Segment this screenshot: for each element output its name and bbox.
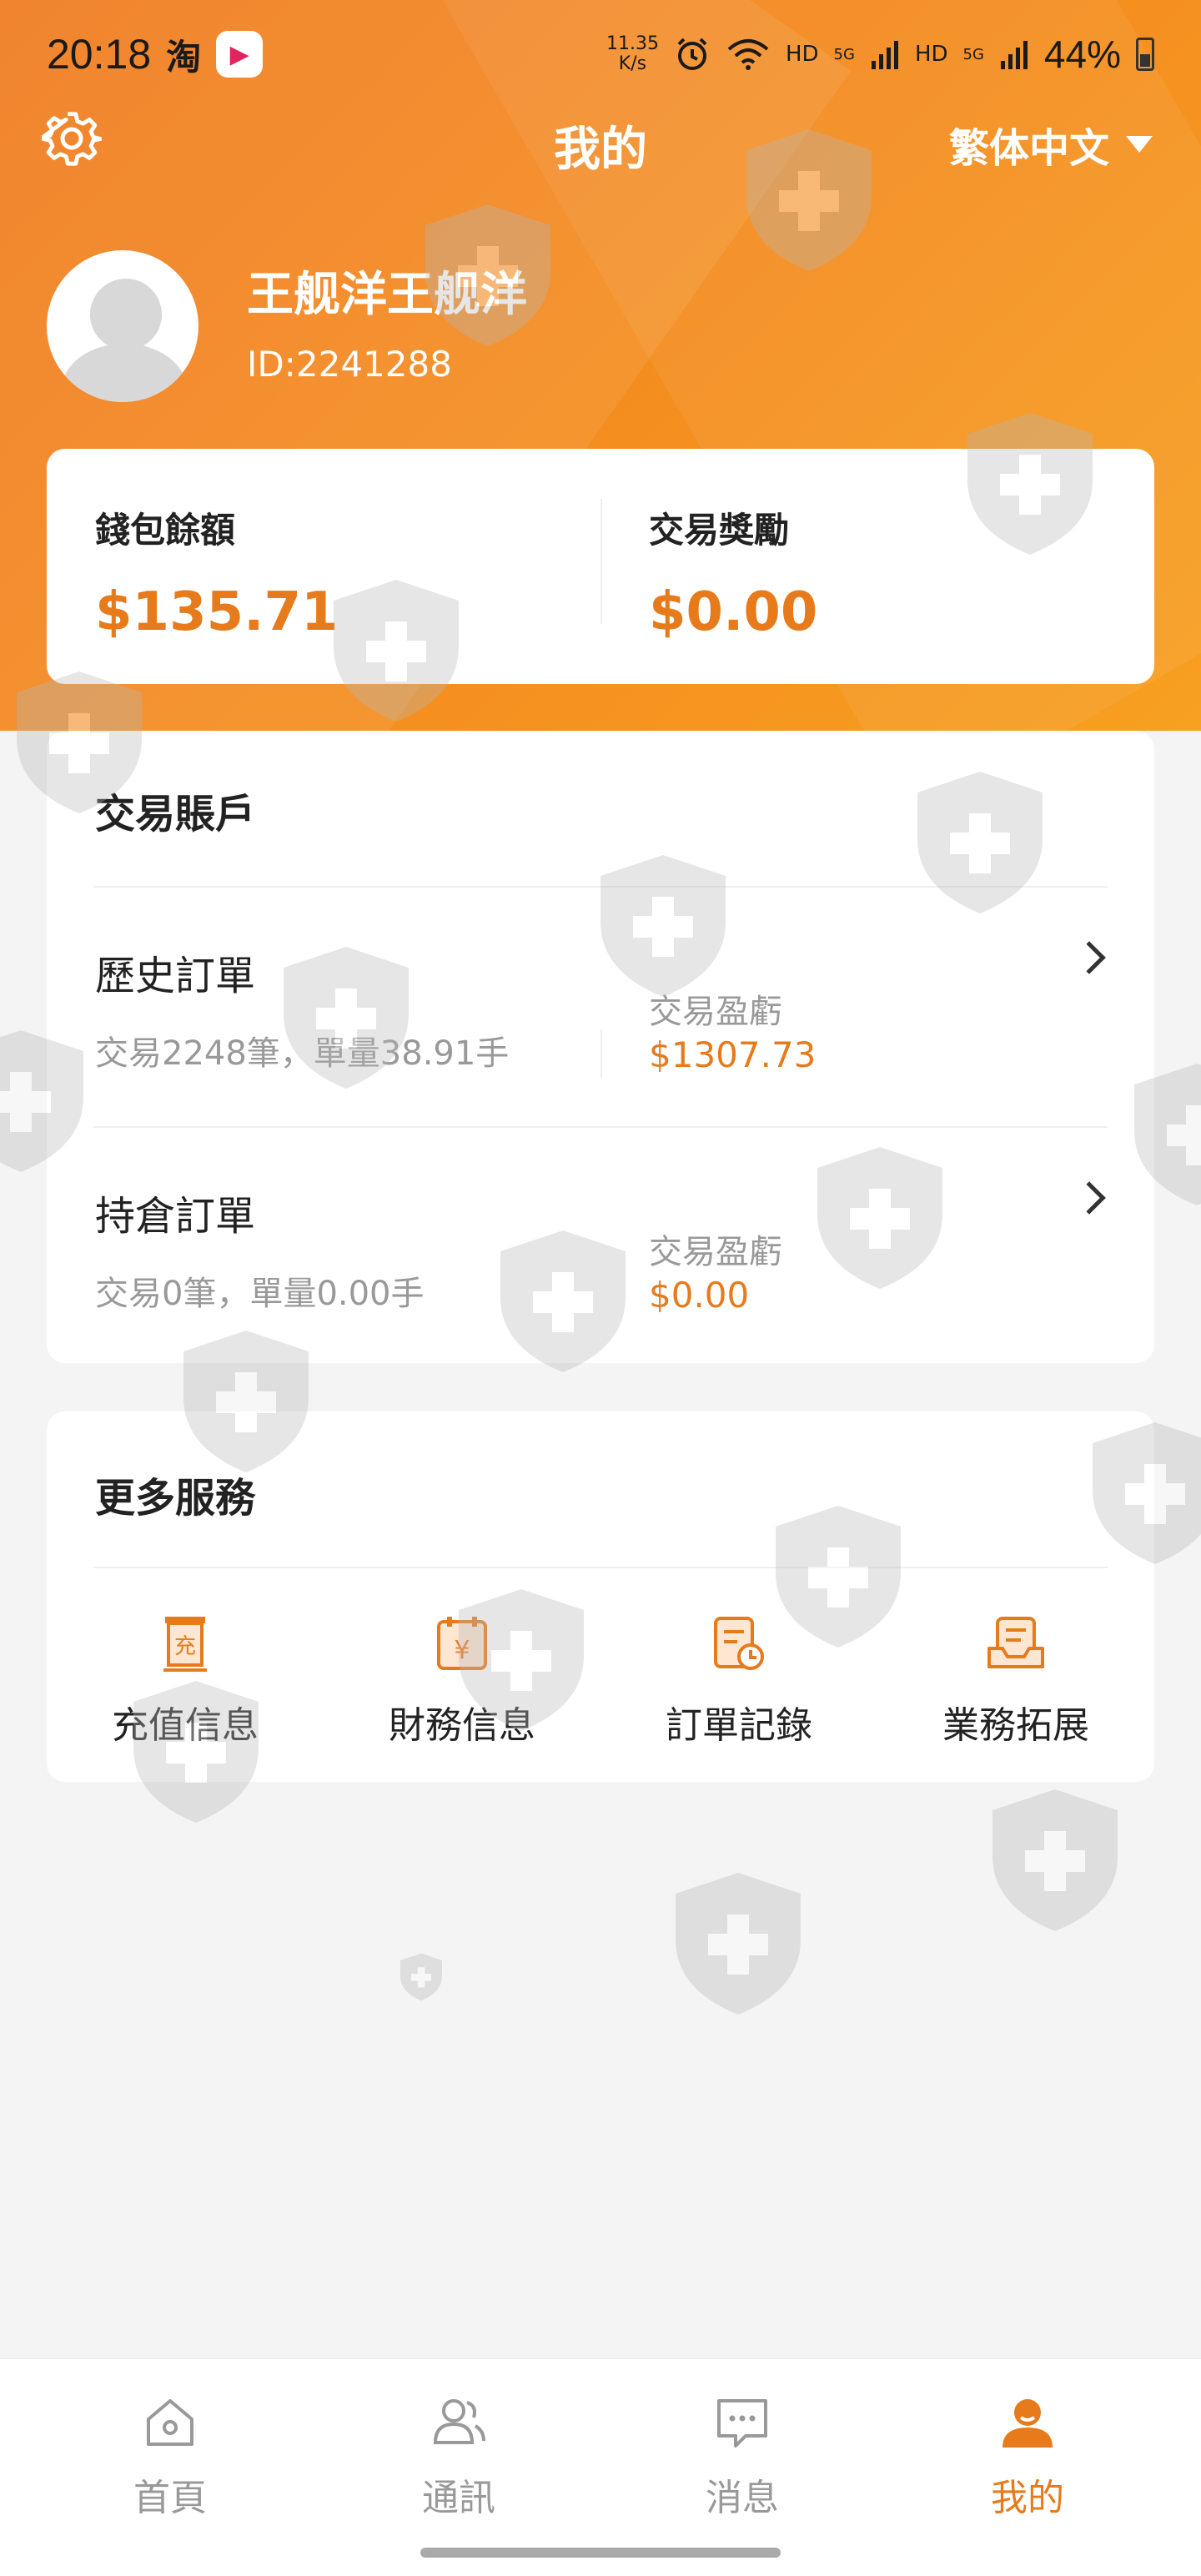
watermark-shield-icon <box>809 1143 951 1293</box>
open-positions-summary: 交易0筆，單量0.00手 <box>95 1275 425 1313</box>
battery-percent: 44% <box>1043 33 1121 76</box>
hd-badge-2: HD <box>914 42 948 67</box>
recharge-icon: 充 <box>163 1617 207 1672</box>
signal-5g-label-2: 5G <box>962 45 984 63</box>
divider <box>600 499 602 624</box>
watermark-shield-icon <box>592 851 734 1001</box>
tab-home[interactable]: 首頁 <box>20 2392 320 2521</box>
watermark-shield-icon <box>984 1785 1126 1935</box>
watermark-shield-icon <box>350 1952 492 2002</box>
hd-badge: HD <box>785 42 819 67</box>
top-nav-bar: 我的 繁体中文 <box>0 100 1201 192</box>
watermark-shield-icon <box>959 409 1101 559</box>
alarm-icon <box>677 38 707 70</box>
tab-label: 通訊 <box>422 2477 495 2519</box>
watermark-shield-icon <box>909 767 1051 918</box>
watermark-shield-icon <box>1084 1418 1201 1568</box>
wifi-icon <box>727 39 769 70</box>
open-pl-value: $0.00 <box>649 1275 750 1316</box>
app-notification-icon: ▶ <box>216 31 264 78</box>
network-speed: 11.35 K/s <box>606 33 659 74</box>
tab-label: 首頁 <box>133 2477 207 2519</box>
watermark-shield-icon <box>492 1226 634 1376</box>
order-record-icon <box>714 1617 764 1670</box>
watermark-shield-icon <box>417 200 559 350</box>
wallet-balance[interactable]: 錢包餘額 $135.71 <box>95 502 339 643</box>
tab-profile[interactable]: 我的 <box>877 2392 1178 2521</box>
trade-reward[interactable]: 交易獎勵 $0.00 <box>649 502 817 643</box>
service-label: 業務拓展 <box>942 1704 1089 1747</box>
watermark-shield-icon <box>0 1026 92 1176</box>
language-label: 繁体中文 <box>948 125 1109 172</box>
watermark-shield-icon <box>767 1502 909 1652</box>
history-pl-value: $1307.73 <box>649 1034 817 1075</box>
watermark-shield-icon <box>738 125 880 275</box>
svg-text:充: 充 <box>174 1634 196 1659</box>
language-select[interactable]: 繁体中文 <box>949 115 1153 174</box>
status-time: 20:18 <box>47 31 152 78</box>
avatar[interactable] <box>47 250 198 402</box>
watermark-shield-icon <box>125 1677 267 1827</box>
signal-icon-2 <box>1000 41 1028 69</box>
tab-contacts[interactable]: 通訊 <box>309 2392 609 2521</box>
wallet-balance-value: $135.71 <box>95 581 339 643</box>
status-bar: 20:18 淘 ▶ 11.35 K/s HD 5G HD 5G 44% <box>0 0 1201 108</box>
watermark-shield-icon <box>275 943 417 1093</box>
trade-reward-value: $0.00 <box>649 581 818 643</box>
profile-icon <box>1003 2399 1053 2448</box>
tab-label: 我的 <box>991 2477 1064 2519</box>
business-icon <box>987 1617 1044 1668</box>
message-icon <box>717 2399 767 2448</box>
wallet-balance-label: 錢包餘額 <box>95 510 236 551</box>
chevron-right-icon <box>1073 941 1106 974</box>
watermark-shield-icon <box>325 576 467 726</box>
watermark-shield-icon <box>8 667 150 818</box>
contacts-icon <box>433 2399 485 2444</box>
signal-icon <box>871 41 898 69</box>
caret-down-icon <box>1126 136 1153 153</box>
taobao-icon: 淘 <box>166 36 202 78</box>
home-indicator <box>420 2548 781 2558</box>
watermark-shield-icon <box>1126 1059 1201 1210</box>
watermark-shield-icon <box>667 1869 809 2019</box>
watermark-shield-icon <box>450 1585 592 1735</box>
home-icon <box>147 2399 193 2446</box>
trade-reward-label: 交易獎勵 <box>649 510 790 551</box>
bottom-tab-bar: 首頁 通訊 消息 我的 <box>0 2357 1201 2576</box>
tab-label: 消息 <box>706 2477 779 2519</box>
open-pl-label: 交易盈虧 <box>649 1233 782 1271</box>
signal-5g-label: 5G <box>833 45 855 63</box>
history-orders-title: 歷史訂單 <box>95 953 256 999</box>
chevron-right-icon <box>1073 1181 1106 1215</box>
tab-messages[interactable]: 消息 <box>592 2392 892 2521</box>
watermark-shield-icon <box>175 1326 317 1477</box>
divider <box>93 1567 1108 1568</box>
open-positions-title: 持倉訂單 <box>95 1193 256 1240</box>
service-business-expansion[interactable]: 業務拓展 <box>877 1612 1154 1748</box>
battery-icon <box>1136 38 1154 71</box>
service-label: 訂單記錄 <box>666 1704 812 1747</box>
divider <box>600 1029 602 1078</box>
